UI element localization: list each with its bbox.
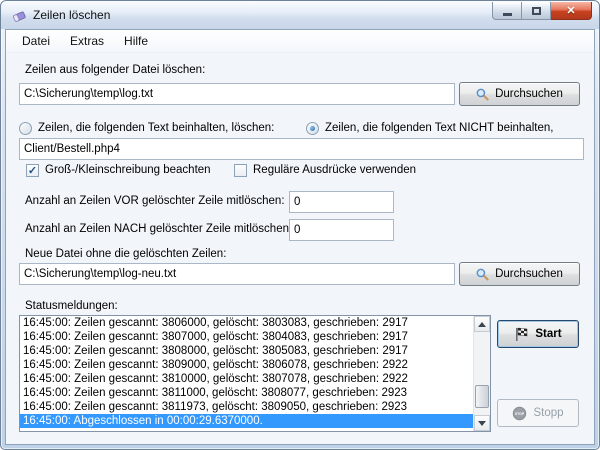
checkbox-checked-icon: ✓	[26, 164, 39, 177]
browse-target-label: Durchsuchen	[495, 268, 563, 280]
checkbox-case-sensitive-label: Groß-/Kleinschreibung beachten	[45, 164, 211, 176]
radio-delete-containing-label: Zeilen, die folgenden Text beinhalten, l…	[38, 122, 274, 134]
maximize-button[interactable]	[522, 2, 551, 20]
status-row[interactable]: 16:45:00: Zeilen gescannt: 3811000, gelö…	[20, 386, 473, 400]
window-titlebar[interactable]: Zeilen löschen ✕	[1, 1, 599, 29]
browse-source-label: Durchsuchen	[495, 88, 563, 100]
stop-sign-icon: STOP	[512, 406, 527, 421]
magnifier-icon	[476, 88, 489, 101]
lines-after-label: Anzahl an Zeilen NACH gelöschter Zeile m…	[25, 223, 292, 235]
stop-button: STOP Stopp	[497, 399, 579, 427]
checkbox-regex-label: Reguläre Ausdrücke verwenden	[253, 164, 416, 176]
status-list: 16:45:00: Zeilen gescannt: 3806000, gelö…	[19, 315, 491, 432]
source-path-input[interactable]	[19, 83, 455, 105]
magnifier-icon	[476, 268, 489, 281]
checkbox-unchecked-icon	[234, 164, 247, 177]
menubar: Datei Extras Hilfe	[6, 30, 594, 53]
browse-source-button[interactable]: Durchsuchen	[459, 82, 580, 106]
status-messages-label: Statusmeldungen:	[25, 300, 118, 312]
status-row[interactable]: 16:45:00: Zeilen gescannt: 3811973, gelö…	[20, 400, 473, 414]
lines-before-input[interactable]	[289, 191, 394, 213]
svg-text:STOP: STOP	[515, 412, 525, 416]
arrow-up-icon	[478, 322, 486, 327]
status-row-selected[interactable]: 16:45:00: Abgeschlossen in 00:00:29.6370…	[20, 414, 473, 428]
close-button[interactable]: ✕	[551, 2, 592, 20]
source-file-label: Zeilen aus folgender Datei löschen:	[25, 64, 205, 76]
menu-item-extras[interactable]: Extras	[60, 31, 114, 51]
radio-keep-not-containing-label: Zeilen, die folgenden Text NICHT beinhal…	[325, 122, 553, 134]
status-row[interactable]: 16:45:00: Zeilen gescannt: 3809000, gelö…	[20, 358, 473, 372]
browse-target-button[interactable]: Durchsuchen	[459, 262, 580, 286]
status-row[interactable]: 16:45:00: Zeilen gescannt: 3810000, gelö…	[20, 372, 473, 386]
filter-text-input[interactable]	[19, 138, 584, 160]
arrow-down-icon	[478, 421, 486, 426]
lines-after-input[interactable]	[289, 219, 394, 241]
vertical-scrollbar[interactable]	[473, 316, 490, 431]
stop-button-label: Stopp	[533, 407, 563, 419]
window-title: Zeilen löschen	[33, 8, 110, 22]
checkered-flag-icon	[514, 327, 529, 342]
radio-selected-icon	[306, 122, 319, 135]
target-file-label: Neue Datei ohne die gelöschten Zeilen:	[25, 248, 226, 260]
menu-item-hilfe[interactable]: Hilfe	[114, 31, 158, 51]
lines-before-label: Anzahl an Zeilen VOR gelöschter Zeile mi…	[25, 195, 285, 207]
scroll-down-button[interactable]	[474, 415, 490, 431]
app-window: Zeilen löschen ✕ Datei Extras Hilfe Zeil…	[0, 0, 600, 450]
status-row[interactable]: 16:45:00: Zeilen gescannt: 3807000, gelö…	[20, 330, 473, 344]
minimize-icon	[503, 13, 512, 16]
status-row[interactable]: 16:45:00: Zeilen gescannt: 3806000, gelö…	[20, 316, 473, 330]
menu-item-datei[interactable]: Datei	[12, 31, 60, 51]
close-icon: ✕	[566, 4, 575, 17]
status-row[interactable]: 16:45:00: Zeilen gescannt: 3808000, gelö…	[20, 344, 473, 358]
eraser-icon	[11, 8, 27, 23]
radio-icon	[19, 122, 32, 135]
minimize-button[interactable]	[492, 2, 522, 20]
target-path-input[interactable]	[19, 263, 455, 285]
dialog-body: Datei Extras Hilfe Zeilen aus folgender …	[5, 29, 595, 445]
start-button-label: Start	[535, 328, 561, 340]
scrollbar-thumb[interactable]	[475, 385, 489, 408]
scroll-up-button[interactable]	[474, 316, 490, 332]
start-button[interactable]: Start	[497, 320, 579, 348]
maximize-icon	[532, 7, 541, 15]
